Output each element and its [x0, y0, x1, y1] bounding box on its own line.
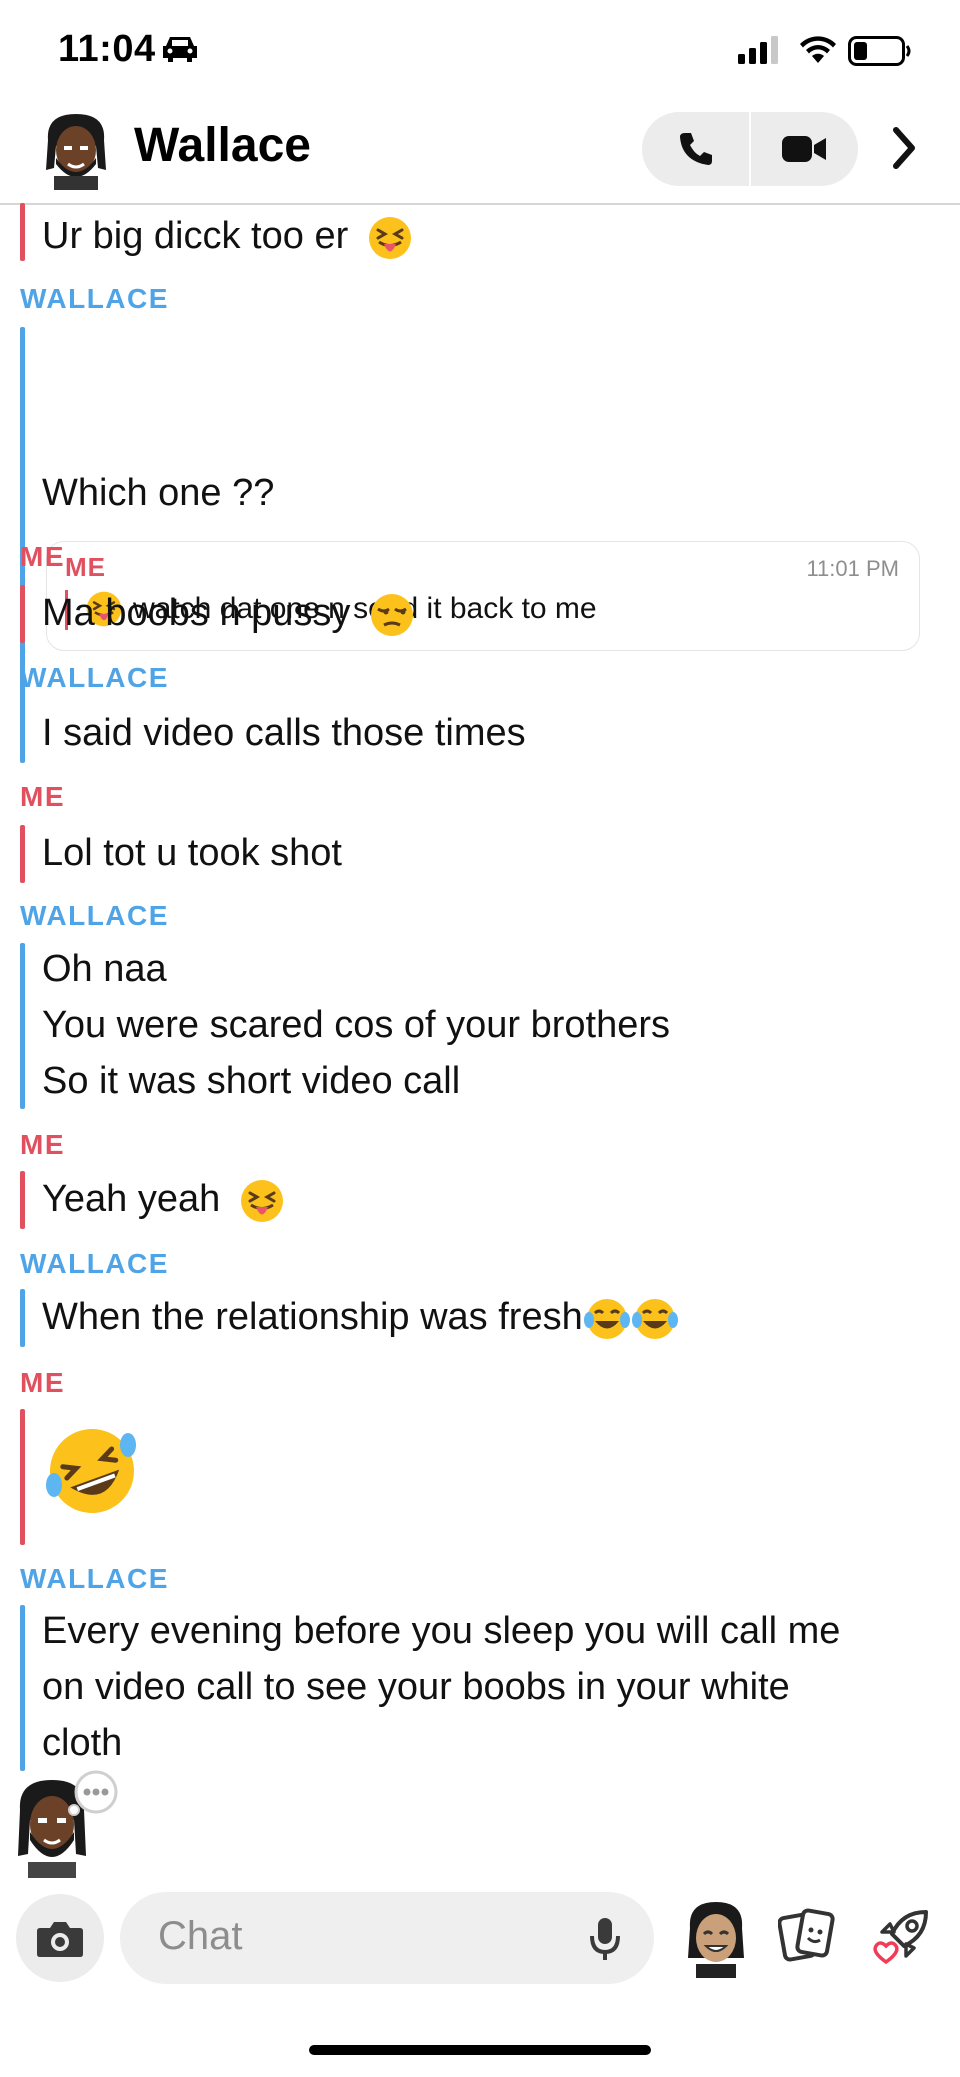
stickers-cards-icon[interactable] [778, 1906, 836, 1964]
message-text[interactable]: Which one ?? [42, 465, 274, 521]
sender-label: ME [20, 1129, 65, 1160]
wifi-icon [800, 36, 836, 63]
message-text[interactable]: I said video calls those times [42, 705, 526, 761]
microphone-icon[interactable] [588, 1916, 622, 1962]
message-text[interactable]: Ma boobs n pussy [42, 585, 415, 641]
sender-label: ME [20, 541, 65, 572]
call-controls [642, 112, 858, 186]
sender-label: WALLACE [20, 900, 169, 931]
message-text[interactable]: Oh naa You were scared cos of your broth… [42, 941, 670, 1109]
tears-of-joy-emoji-icon [631, 1298, 678, 1339]
sender-label: WALLACE [20, 283, 169, 314]
message-bar [20, 825, 25, 883]
camera-button[interactable] [16, 1894, 104, 1982]
message-bar [20, 943, 25, 1109]
quoted-sender: ME [65, 552, 106, 582]
bitmoji-button-icon[interactable] [682, 1898, 750, 1978]
message-bar [20, 1171, 25, 1229]
sender-label: WALLACE [20, 1248, 169, 1279]
message-bar [20, 203, 25, 261]
signal-icon [738, 36, 778, 64]
car-icon [163, 37, 197, 62]
composer-bar: Chat [0, 1878, 960, 1998]
sender-label: WALLACE [20, 1563, 169, 1594]
status-bar: 11:04 [0, 0, 960, 100]
phone-icon [679, 133, 712, 165]
video-camera-icon [781, 136, 826, 162]
contact-name[interactable]: Wallace [134, 118, 311, 173]
sender-label: ME [20, 1367, 65, 1398]
message-bar [20, 1605, 25, 1771]
message-bar [20, 585, 25, 643]
chevron-right-icon[interactable] [890, 126, 918, 170]
message-bar [20, 1289, 25, 1347]
rolling-laughing-emoji-icon[interactable] [44, 1423, 140, 1519]
tongue-squint-emoji-icon [368, 216, 411, 259]
unamused-emoji-icon [370, 593, 413, 636]
games-rocket-icon[interactable] [872, 1906, 932, 1966]
quoted-timestamp: 11:01 PM [806, 556, 899, 581]
status-time: 11:04 [58, 28, 156, 70]
sender-label: WALLACE [20, 662, 169, 693]
message-text[interactable]: When the relationship was fresh [42, 1289, 679, 1345]
battery-icon [848, 36, 911, 66]
message-bar [20, 1409, 25, 1545]
chat-header: Wallace [0, 100, 960, 205]
chat-input-placeholder: Chat [158, 1914, 243, 1958]
message-text[interactable]: Every evening before you sleep you will … [42, 1603, 840, 1771]
sender-label: ME [20, 781, 65, 812]
typing-indicator-bitmoji [18, 1770, 118, 1878]
tongue-squint-emoji-icon [240, 1179, 283, 1222]
home-indicator[interactable] [309, 2045, 651, 2055]
voice-call-button[interactable] [642, 112, 749, 186]
camera-icon [37, 1922, 83, 1957]
message-text[interactable]: Lol tot u took shot [42, 825, 342, 881]
video-call-button[interactable] [751, 112, 858, 186]
contact-bitmoji-avatar[interactable] [40, 110, 112, 190]
message-bar [20, 705, 25, 763]
message-text[interactable]: Ur big dicck too er [42, 208, 413, 264]
message-text[interactable]: Yeah yeah [42, 1171, 285, 1227]
tears-of-joy-emoji-icon [583, 1298, 630, 1339]
